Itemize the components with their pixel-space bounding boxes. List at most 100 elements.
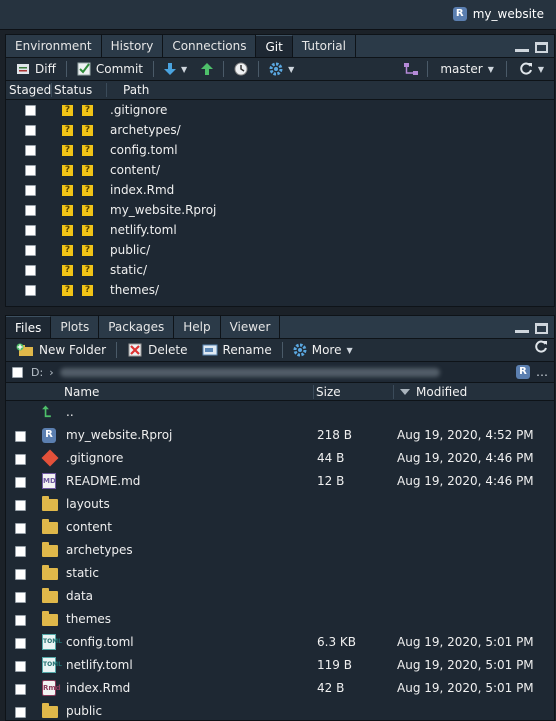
new-folder-button[interactable]: New Folder [12, 340, 110, 360]
file-row[interactable]: archetypes [6, 539, 554, 562]
tab-help[interactable]: Help [174, 316, 221, 338]
tab-files[interactable]: Files [6, 316, 52, 338]
file-checkbox[interactable] [15, 684, 26, 695]
more-button[interactable]: More ▼ [289, 340, 357, 360]
file-checkbox[interactable] [15, 569, 26, 580]
staged-checkbox[interactable] [25, 264, 36, 276]
file-name[interactable]: config.toml [66, 635, 134, 649]
file-checkbox[interactable] [15, 615, 26, 626]
branch-dropdown[interactable]: master ▼ [436, 59, 497, 79]
file-row[interactable]: MD README.md 12 B Aug 19, 2020, 4:46 PM [6, 470, 554, 493]
file-row[interactable]: .gitignore 44 B Aug 19, 2020, 4:46 PM [6, 447, 554, 470]
staged-checkbox[interactable] [25, 284, 36, 296]
tab-viewer[interactable]: Viewer [220, 316, 281, 338]
file-row[interactable]: public [6, 700, 554, 721]
file-name[interactable]: themes [66, 612, 111, 626]
tab-tutorial[interactable]: Tutorial [292, 35, 356, 57]
git-row[interactable]: ?? .gitignore [6, 100, 554, 120]
commit-button[interactable]: Commit [73, 59, 147, 79]
maximize-pane-icon[interactable] [535, 323, 548, 334]
git-row[interactable]: ?? netlify.toml [6, 220, 554, 240]
column-size[interactable]: Size [314, 384, 394, 399]
tab-history[interactable]: History [101, 35, 164, 57]
file-checkbox[interactable] [15, 661, 26, 672]
staged-checkbox[interactable] [25, 124, 36, 136]
history-button[interactable] [230, 59, 252, 79]
git-row[interactable]: ?? static/ [6, 260, 554, 280]
git-row[interactable]: ?? themes/ [6, 280, 554, 300]
file-name[interactable]: .gitignore [66, 451, 123, 465]
refresh-icon[interactable] [534, 340, 548, 354]
file-checkbox[interactable] [15, 431, 26, 442]
pull-caret-icon[interactable]: ▼ [181, 65, 187, 74]
file-row[interactable]: static [6, 562, 554, 585]
select-all-checkbox[interactable] [12, 366, 23, 378]
ellipsis-icon[interactable]: … [536, 365, 548, 379]
delete-button[interactable]: Delete [123, 340, 191, 360]
file-checkbox[interactable] [15, 546, 26, 557]
file-row[interactable]: TOML config.toml 6.3 KB Aug 19, 2020, 5:01 … [6, 631, 554, 654]
file-name[interactable]: public [66, 704, 102, 718]
file-name[interactable]: index.Rmd [66, 681, 130, 695]
file-row[interactable]: themes [6, 608, 554, 631]
branch-icon[interactable] [403, 62, 419, 76]
parent-dir-row[interactable]: ⮤ .. [6, 401, 554, 424]
file-row[interactable]: Rmy_website.Rproj 218 B Aug 19, 2020, 4:52… [6, 424, 554, 447]
git-row[interactable]: ?? public/ [6, 240, 554, 260]
file-name[interactable]: README.md [66, 474, 140, 488]
file-name[interactable]: netlify.toml [66, 658, 133, 672]
git-more-button[interactable]: ▼ [265, 59, 298, 79]
minimize-pane-icon[interactable] [515, 323, 529, 333]
tab-environment[interactable]: Environment [6, 35, 102, 57]
staged-checkbox[interactable] [25, 244, 36, 256]
breadcrumb-root[interactable]: D: [31, 366, 43, 379]
staged-checkbox[interactable] [25, 144, 36, 156]
git-row[interactable]: ?? archetypes/ [6, 120, 554, 140]
tab-packages[interactable]: Packages [99, 316, 175, 338]
staged-checkbox[interactable] [25, 224, 36, 236]
diff-button[interactable]: Diff [12, 59, 60, 79]
column-path[interactable]: Path [107, 83, 149, 97]
file-checkbox[interactable] [15, 523, 26, 534]
column-name[interactable]: Name [6, 384, 314, 399]
git-file-path[interactable]: netlify.toml [110, 223, 177, 237]
file-row[interactable]: layouts [6, 493, 554, 516]
file-checkbox[interactable] [15, 454, 26, 465]
git-row[interactable]: ?? content/ [6, 160, 554, 180]
staged-checkbox[interactable] [25, 104, 36, 116]
git-file-path[interactable]: archetypes/ [110, 123, 181, 137]
file-name[interactable]: content [66, 520, 112, 534]
file-name[interactable]: data [66, 589, 93, 603]
git-file-path[interactable]: themes/ [110, 283, 159, 297]
breadcrumb-path[interactable]: D: › [31, 366, 440, 379]
git-refresh-button[interactable]: ▼ [515, 59, 548, 79]
file-checkbox[interactable] [15, 500, 26, 511]
minimize-pane-icon[interactable] [515, 42, 529, 52]
git-row[interactable]: ?? my_website.Rproj [6, 200, 554, 220]
file-name[interactable]: my_website.Rproj [66, 428, 172, 442]
git-row[interactable]: ?? config.toml [6, 140, 554, 160]
file-checkbox[interactable] [15, 638, 26, 649]
rename-button[interactable]: Rename [198, 340, 276, 360]
staged-checkbox[interactable] [25, 204, 36, 216]
git-file-path[interactable]: .gitignore [110, 103, 167, 117]
pull-button[interactable]: ▼ [160, 59, 191, 79]
project-menu[interactable]: R my_website [452, 7, 544, 21]
staged-checkbox[interactable] [25, 164, 36, 176]
git-row[interactable]: ?? index.Rmd [6, 180, 554, 200]
column-staged[interactable]: Staged [6, 83, 52, 97]
file-name[interactable]: static [66, 566, 99, 580]
go-to-project-icon[interactable]: R [516, 365, 530, 379]
git-file-path[interactable]: my_website.Rproj [110, 203, 216, 217]
file-name[interactable]: archetypes [66, 543, 133, 557]
push-button[interactable] [197, 59, 217, 79]
file-row[interactable]: TOML netlify.toml 119 B Aug 19, 2020, 5:01 … [6, 654, 554, 677]
parent-dir-label[interactable]: .. [66, 405, 74, 419]
column-status[interactable]: Status [52, 83, 107, 97]
git-file-path[interactable]: index.Rmd [110, 183, 174, 197]
git-file-path[interactable]: static/ [110, 263, 147, 277]
file-name[interactable]: layouts [66, 497, 110, 511]
column-modified[interactable]: Modified [394, 385, 467, 399]
file-row[interactable]: data [6, 585, 554, 608]
tab-connections[interactable]: Connections [163, 35, 257, 57]
